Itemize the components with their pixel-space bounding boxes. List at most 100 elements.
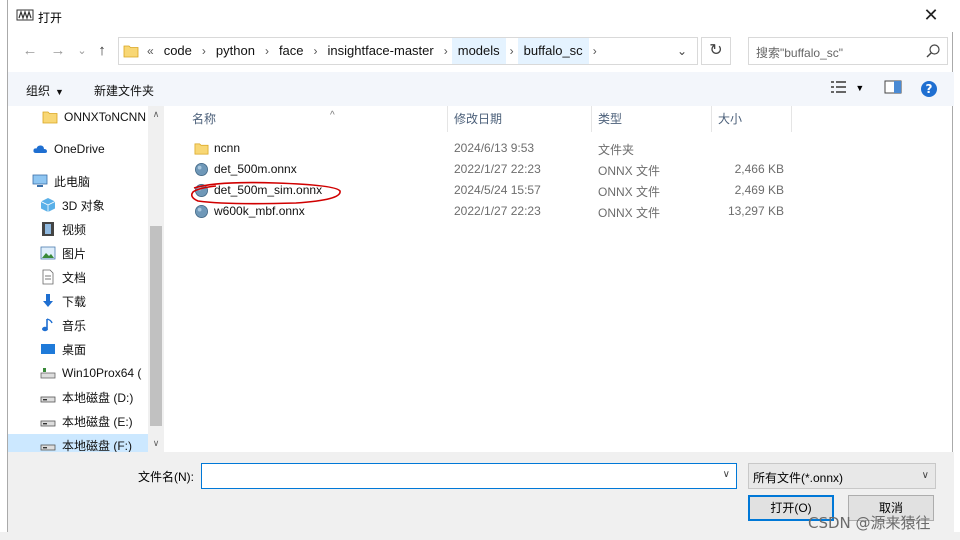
search-box[interactable]: 搜索"buffalo_sc" [748, 37, 948, 65]
sidebar-item-label: OneDrive [54, 142, 105, 156]
toolbar: 组织 ▼ 新建文件夹 ▼ ? [8, 72, 954, 106]
breadcrumb-separator[interactable]: › [310, 44, 322, 58]
preview-pane-button[interactable] [884, 80, 904, 98]
open-file-dialog: 打开 ✕ ← → ⌄ ↑ « code › python › face › in… [7, 0, 954, 532]
refresh-button[interactable]: ↻ [701, 37, 731, 65]
address-bar[interactable]: « code › python › face › insightface-mas… [118, 37, 698, 65]
search-placeholder[interactable]: 搜索"buffalo_sc" [756, 44, 843, 61]
watermark: CSDN @源来猿往 [808, 514, 931, 532]
help-glyph: ? [926, 82, 933, 96]
recent-locations-button[interactable]: ⌄ [72, 40, 92, 62]
sidebar-item-3d-objects[interactable]: 3D 对象 [8, 194, 148, 216]
file-type: ONNX 文件 [598, 185, 661, 199]
sidebar-item-videos[interactable]: 视频 [8, 218, 148, 240]
sidebar-scrollbar[interactable]: ∧ ∨ [148, 106, 164, 452]
sidebar-item-drive-d[interactable]: 本地磁盘 (D:) [8, 386, 148, 408]
chevron-up-icon[interactable]: ∧ [148, 109, 164, 120]
file-row-ncnn[interactable]: ncnn 2024/6/13 9:53 文件夹 [188, 138, 788, 159]
address-dropdown[interactable]: ⌄ [673, 40, 691, 62]
breadcrumb-separator[interactable]: › [440, 44, 452, 58]
arrow-right-icon: → [50, 42, 66, 59]
search-icon [926, 44, 940, 58]
column-label: 大小 [718, 112, 743, 126]
drive-icon [40, 420, 56, 427]
refresh-icon: ↻ [709, 42, 723, 59]
chevron-down-icon[interactable]: ∨ [148, 438, 164, 449]
chevron-down-icon[interactable]: ∨ [723, 469, 730, 480]
column-header-name[interactable]: 名称 ^ [186, 106, 448, 132]
window-title: 打开 [38, 11, 63, 25]
help-icon: ? [921, 81, 937, 97]
breadcrumb-item[interactable]: face [273, 38, 310, 64]
back-button[interactable]: ← [20, 40, 40, 62]
sidebar-item-drive-f[interactable]: 本地磁盘 (F:) [8, 434, 148, 452]
file-type: ONNX 文件 [598, 206, 661, 220]
organize-menu[interactable]: 组织 ▼ [26, 82, 64, 99]
file-name: det_500m.onnx [214, 162, 297, 176]
file-size: 2,466 KB [734, 162, 784, 176]
breadcrumb-item[interactable]: insightface-master [322, 38, 440, 64]
sidebar-item-music[interactable]: 音乐 [8, 314, 148, 336]
folder-icon [123, 45, 139, 58]
file-type: 文件夹 [598, 143, 635, 157]
file-name: w600k_mbf.onnx [214, 204, 305, 218]
sidebar-item-label: 桌面 [62, 342, 87, 357]
up-button[interactable]: ↑ [92, 40, 112, 62]
sidebar-item-onnxtoncnn[interactable]: ONNXToNCNN [8, 106, 148, 128]
close-icon: ✕ [923, 5, 939, 25]
video-icon [42, 222, 54, 236]
new-folder-label: 新建文件夹 [94, 84, 155, 98]
sidebar-item-onedrive[interactable]: OneDrive [8, 138, 148, 160]
document-icon [42, 269, 54, 285]
cloud-icon [33, 145, 47, 153]
breadcrumb-separator[interactable]: › [589, 44, 601, 58]
scrollbar-thumb[interactable] [150, 226, 162, 426]
file-row-det-500m[interactable]: det_500m.onnx 2022/1/27 22:23 ONNX 文件 2,… [188, 159, 788, 180]
breadcrumb-overflow[interactable]: « [143, 44, 158, 58]
file-date: 2022/1/27 22:23 [454, 204, 541, 218]
breadcrumb-item[interactable]: code [158, 38, 198, 64]
sidebar-item-desktop[interactable]: 桌面 [8, 338, 148, 360]
filetype-value: 所有文件(*.onnx) [753, 471, 844, 485]
breadcrumb-item[interactable]: python [210, 38, 261, 64]
music-icon [42, 318, 53, 332]
sidebar-item-label: Win10Prox64 ( [62, 366, 142, 380]
drive-icon [40, 444, 56, 451]
column-header-size[interactable]: 大小 [712, 106, 792, 132]
sidebar-item-documents[interactable]: 文档 [8, 266, 148, 288]
breadcrumb-separator[interactable]: › [506, 44, 518, 58]
column-header-type[interactable]: 类型 [592, 106, 712, 132]
cube-icon [40, 198, 56, 212]
sidebar-item-pictures[interactable]: 图片 [8, 242, 148, 264]
sidebar-item-label: 此电脑 [54, 174, 91, 189]
breadcrumb-item-current[interactable]: buffalo_sc [517, 38, 589, 64]
sidebar-item-drive-e[interactable]: 本地磁盘 (E:) [8, 410, 148, 432]
folder-icon [42, 111, 58, 124]
sidebar-item-label: 3D 对象 [62, 198, 105, 213]
sidebar-item-label: 本地磁盘 (E:) [62, 414, 133, 429]
chevron-down-icon: ⌄ [676, 44, 688, 58]
sidebar-item-this-pc[interactable]: 此电脑 [8, 170, 148, 192]
breadcrumb: « code › python › face › insightface-mas… [143, 38, 601, 64]
close-button[interactable]: ✕ [908, 0, 954, 30]
list-view-icon [831, 81, 846, 93]
drive-icon [40, 396, 56, 403]
sidebar-item-downloads[interactable]: 下载 [8, 290, 148, 312]
breadcrumb-separator[interactable]: › [261, 44, 273, 58]
preview-pane-icon [884, 80, 902, 94]
title-bar: 打开 ✕ [8, 0, 954, 32]
sidebar-item-network-drive[interactable]: Win10Prox64 ( [8, 362, 148, 384]
filename-field[interactable]: ∨ [201, 463, 737, 489]
sidebar-item-label: 下载 [62, 294, 87, 309]
filetype-select[interactable]: 所有文件(*.onnx) ∨ [748, 463, 936, 489]
onnx-file-icon [195, 163, 208, 176]
breadcrumb-item[interactable]: models [451, 38, 506, 64]
sidebar-item-label: ONNXToNCNN [64, 110, 147, 124]
view-options-button[interactable]: ▼ [830, 80, 868, 98]
help-button[interactable]: ? [920, 80, 940, 98]
breadcrumb-separator[interactable]: › [198, 44, 210, 58]
chevron-down-icon: ∨ [921, 470, 929, 481]
column-header-date[interactable]: 修改日期 [448, 106, 592, 132]
new-folder-button[interactable]: 新建文件夹 [94, 82, 154, 99]
forward-button[interactable]: → [48, 40, 68, 62]
